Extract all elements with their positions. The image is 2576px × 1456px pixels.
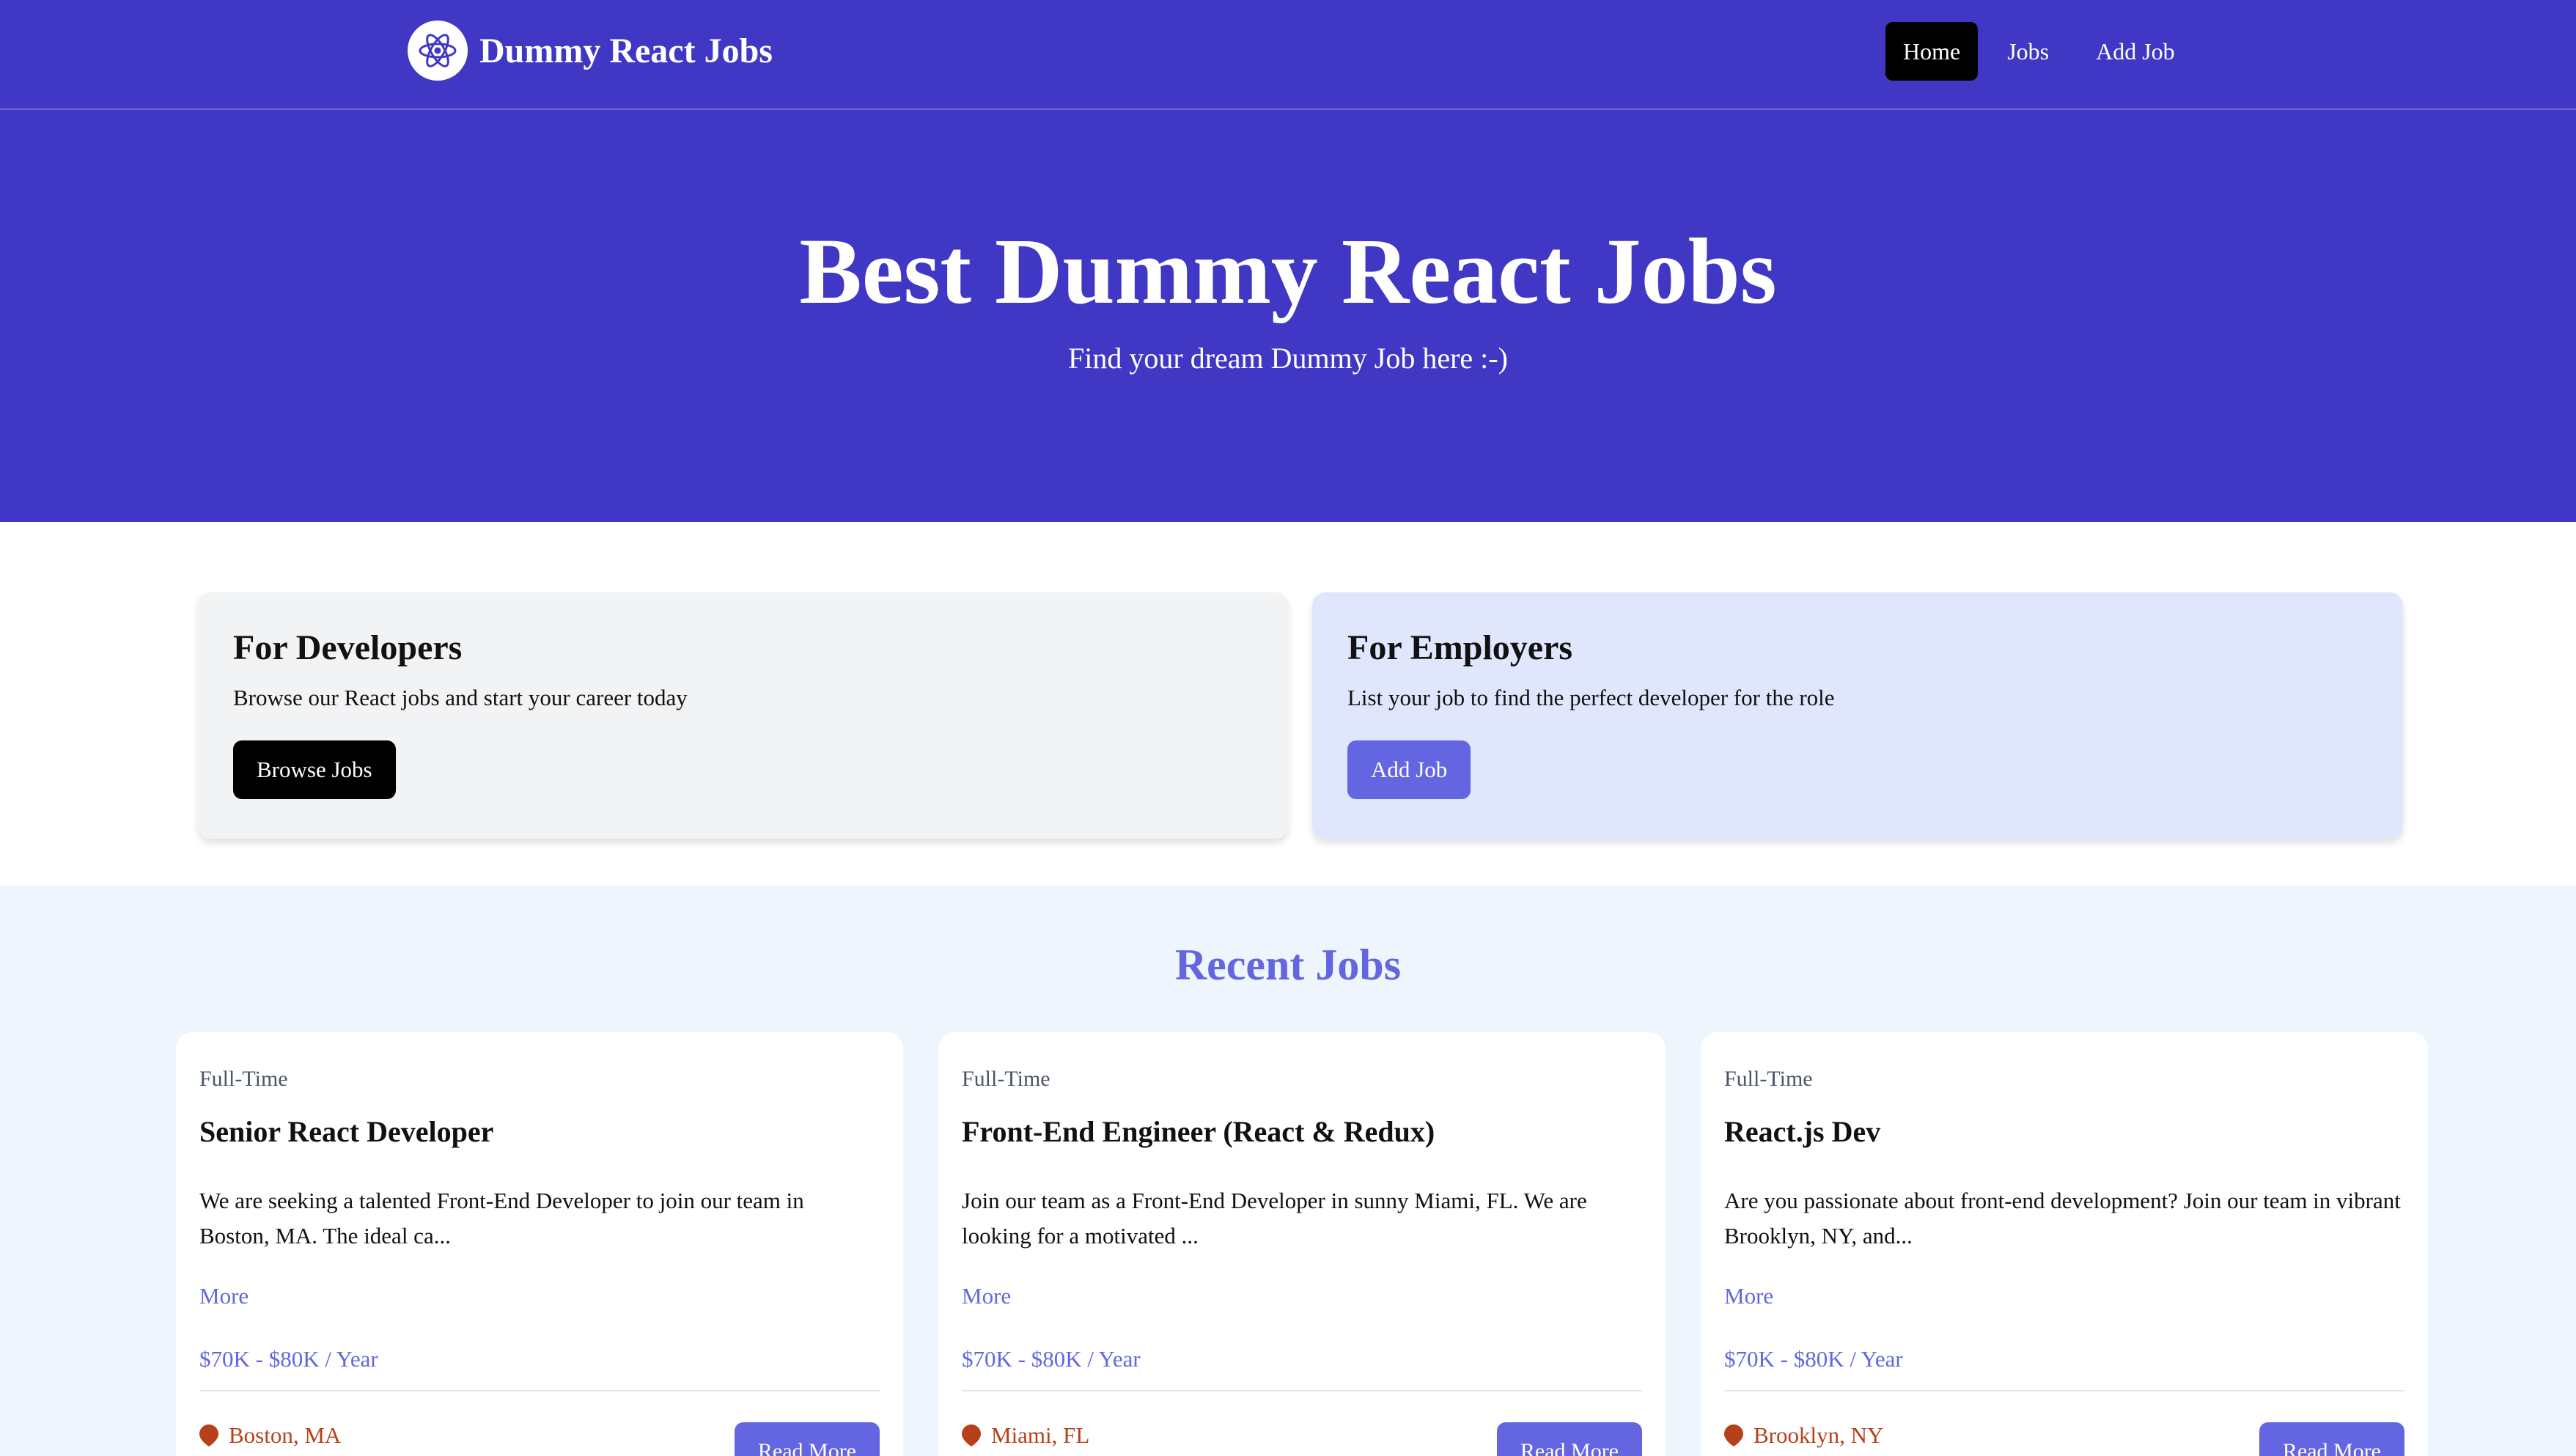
job-description: Join our team as a Front-End Developer i…	[962, 1188, 1587, 1249]
top-navbar: Dummy React Jobs Home Jobs Add Job	[0, 0, 2576, 110]
nav-link-home[interactable]: Home	[1885, 22, 1979, 81]
add-job-button[interactable]: Add Job	[1347, 740, 1471, 799]
read-more-button[interactable]: Read More	[2259, 1422, 2404, 1456]
brand-link[interactable]: Dummy React Jobs	[408, 21, 773, 81]
developers-card-description: Browse our React jobs and start your car…	[233, 685, 688, 710]
job-location: Boston, MA	[199, 1422, 341, 1449]
job-card: Full-Time Senior React Developer We are …	[176, 1032, 903, 1456]
hero-title: Best Dummy React Jobs	[799, 219, 1777, 323]
job-more-toggle[interactable]: More	[1724, 1283, 2404, 1309]
job-location: Brooklyn, NY	[1724, 1422, 1883, 1449]
react-atom-icon	[408, 21, 468, 81]
employers-card: For Employers List your job to find the …	[1312, 592, 2403, 839]
job-type: Full-Time	[1724, 1067, 1813, 1091]
nav-links: Home Jobs Add Job	[1885, 22, 2204, 81]
job-title: Front-End Engineer (React & Redux)	[962, 1115, 1435, 1148]
job-salary: $70K - $80K / Year	[962, 1346, 1141, 1372]
job-description: Are you passionate about front-end devel…	[1724, 1188, 2401, 1249]
recent-jobs-section: Recent Jobs Full-Time Senior React Devel…	[0, 886, 2576, 1456]
nav-link-add-job[interactable]: Add Job	[2078, 22, 2193, 81]
developers-card: For Developers Browse our React jobs and…	[198, 592, 1289, 839]
developers-card-title: For Developers	[233, 628, 463, 667]
job-location: Miami, FL	[962, 1422, 1089, 1449]
job-more-toggle[interactable]: More	[962, 1283, 1642, 1309]
employers-card-title: For Employers	[1347, 628, 1573, 667]
map-marker-icon	[1724, 1424, 1743, 1446]
job-location-text: Brooklyn, NY	[1753, 1422, 1884, 1448]
job-description: We are seeking a talented Front-End Deve…	[199, 1188, 804, 1249]
job-footer: Miami, FL Read More	[962, 1391, 1642, 1456]
hero-subtitle: Find your dream Dummy Job here :-)	[1068, 342, 1508, 375]
job-type: Full-Time	[199, 1067, 288, 1091]
job-footer: Brooklyn, NY Read More	[1724, 1391, 2404, 1456]
job-location-text: Boston, MA	[229, 1422, 342, 1448]
job-more-toggle[interactable]: More	[199, 1283, 880, 1309]
browse-jobs-button[interactable]: Browse Jobs	[233, 740, 396, 799]
job-title: React.js Dev	[1724, 1115, 1881, 1148]
job-card: Full-Time Front-End Engineer (React & Re…	[938, 1032, 1666, 1456]
job-card: Full-Time React.js Dev Are you passionat…	[1701, 1032, 2428, 1456]
job-title: Senior React Developer	[199, 1115, 494, 1148]
job-salary: $70K - $80K / Year	[199, 1346, 378, 1372]
brand-name: Dummy React Jobs	[479, 31, 773, 70]
recent-jobs-title: Recent Jobs	[1174, 941, 1402, 989]
map-marker-icon	[962, 1424, 981, 1446]
page: Dummy React Jobs Home Jobs Add Job Best …	[0, 0, 2576, 1456]
job-salary: $70K - $80K / Year	[1724, 1346, 1903, 1372]
job-footer: Boston, MA Read More	[199, 1391, 880, 1456]
map-marker-icon	[199, 1424, 218, 1446]
nav-link-jobs[interactable]: Jobs	[1990, 22, 2067, 81]
job-type: Full-Time	[962, 1067, 1050, 1091]
employers-card-description: List your job to find the perfect develo…	[1347, 685, 1835, 710]
read-more-button[interactable]: Read More	[734, 1422, 880, 1456]
read-more-button[interactable]: Read More	[1496, 1422, 1642, 1456]
hero-section: Best Dummy React Jobs Find your dream Du…	[0, 110, 2576, 522]
job-location-text: Miami, FL	[991, 1422, 1090, 1448]
